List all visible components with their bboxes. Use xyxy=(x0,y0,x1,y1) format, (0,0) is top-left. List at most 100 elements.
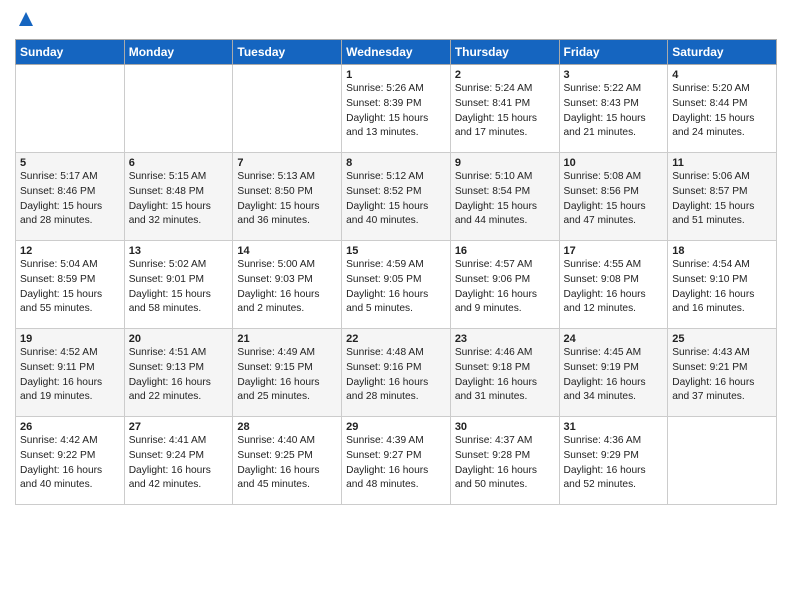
info-line: and 13 minutes. xyxy=(346,127,419,138)
info-line: Sunrise: 5:10 AM xyxy=(455,171,533,182)
info-line: Sunrise: 5:00 AM xyxy=(237,259,315,270)
day-info: Sunrise: 4:51 AMSunset: 9:13 PMDaylight:… xyxy=(129,346,229,405)
info-line: Daylight: 15 hours xyxy=(346,201,428,212)
logo xyxy=(15,10,35,33)
calendar-cell: 7Sunrise: 5:13 AMSunset: 8:50 PMDaylight… xyxy=(233,153,342,241)
info-line: Daylight: 15 hours xyxy=(455,201,537,212)
week-row-4: 26Sunrise: 4:42 AMSunset: 9:22 PMDayligh… xyxy=(16,417,777,505)
info-line: and 40 minutes. xyxy=(20,479,93,490)
info-line: Daylight: 15 hours xyxy=(564,113,646,124)
day-number: 31 xyxy=(564,421,664,433)
calendar-cell: 25Sunrise: 4:43 AMSunset: 9:21 PMDayligh… xyxy=(668,329,777,417)
day-info: Sunrise: 4:45 AMSunset: 9:19 PMDaylight:… xyxy=(564,346,664,405)
info-line: Daylight: 15 hours xyxy=(564,201,646,212)
day-info: Sunrise: 4:36 AM Sunset: 9:29 PM Daylight:… xyxy=(564,434,664,493)
info-line: Sunset: 8:57 PM xyxy=(672,186,747,197)
week-row-2: 12Sunrise: 5:04 AMSunset: 8:59 PMDayligh… xyxy=(16,241,777,329)
calendar-cell: 23Sunrise: 4:46 AMSunset: 9:18 PMDayligh… xyxy=(450,329,559,417)
day-info: Sunrise: 4:42 AMSunset: 9:22 PMDaylight:… xyxy=(20,434,120,493)
info-line: Sunrise: 5:24 AM xyxy=(455,83,533,94)
day-info: Sunrise: 4:54 AMSunset: 9:10 PMDaylight:… xyxy=(672,258,772,317)
weekday-header-monday: Monday xyxy=(124,40,233,65)
day-number: 7 xyxy=(237,157,337,169)
day-info: Sunrise: 5:15 AMSunset: 8:48 PMDaylight:… xyxy=(129,170,229,229)
info-line: Sunrise: 4:49 AM xyxy=(237,347,315,358)
day-number: 30 xyxy=(455,421,555,433)
info-line: Sunrise: 4:51 AM xyxy=(129,347,207,358)
info-line: Daylight: 16 hours xyxy=(564,289,646,300)
info-line: and 52 minutes. xyxy=(564,479,637,490)
info-line: Sunrise: 5:06 AM xyxy=(672,171,750,182)
day-info: Sunrise: 5:24 AMSunset: 8:41 PMDaylight:… xyxy=(455,82,555,141)
day-number: 10 xyxy=(564,157,664,169)
info-line: and 9 minutes. xyxy=(455,303,522,314)
calendar-cell: 29Sunrise: 4:39 AMSunset: 9:27 PMDayligh… xyxy=(342,417,451,505)
info-line: Sunrise: 4:40 AM xyxy=(237,435,315,446)
calendar-cell: 13Sunrise: 5:02 AMSunset: 9:01 PMDayligh… xyxy=(124,241,233,329)
calendar-cell: 28Sunrise: 4:40 AMSunset: 9:25 PMDayligh… xyxy=(233,417,342,505)
info-line: and 40 minutes. xyxy=(346,215,419,226)
info-line: and 25 minutes. xyxy=(237,391,310,402)
day-number: 4 xyxy=(672,69,772,81)
day-number: 19 xyxy=(20,333,120,345)
info-line: Sunrise: 4:37 AM xyxy=(455,435,533,446)
calendar-cell: 16Sunrise: 4:57 AMSunset: 9:06 PMDayligh… xyxy=(450,241,559,329)
info-line: and 17 minutes. xyxy=(455,127,528,138)
day-number: 2 xyxy=(455,69,555,81)
day-number: 23 xyxy=(455,333,555,345)
info-line: Daylight: 15 hours xyxy=(672,201,754,212)
calendar-cell: 19Sunrise: 4:52 AMSunset: 9:11 PMDayligh… xyxy=(16,329,125,417)
info-line: Sunset: 8:59 PM xyxy=(20,274,95,285)
info-line: Sunset: 9:18 PM xyxy=(455,362,530,373)
info-line: Sunrise: 4:46 AM xyxy=(455,347,533,358)
day-info: Sunrise: 5:08 AMSunset: 8:56 PMDaylight:… xyxy=(564,170,664,229)
info-line: Sunrise: 4:36 AM xyxy=(564,435,642,446)
calendar-cell: 5Sunrise: 5:17 AMSunset: 8:46 PMDaylight… xyxy=(16,153,125,241)
day-info: Sunrise: 4:59 AMSunset: 9:05 PMDaylight:… xyxy=(346,258,446,317)
info-line: Sunset: 9:13 PM xyxy=(129,362,204,373)
info-line: Daylight: 16 hours xyxy=(564,465,646,476)
day-info: Sunrise: 5:02 AMSunset: 9:01 PMDaylight:… xyxy=(129,258,229,317)
info-line: Sunset: 9:10 PM xyxy=(672,274,747,285)
info-line: Daylight: 16 hours xyxy=(672,377,754,388)
info-line: Sunset: 8:39 PM xyxy=(346,98,421,109)
info-line: Sunrise: 4:39 AM xyxy=(346,435,424,446)
day-number: 13 xyxy=(129,245,229,257)
info-line: Sunset: 8:54 PM xyxy=(455,186,530,197)
calendar-cell: 30Sunrise: 4:37 AMSunset: 9:28 PMDayligh… xyxy=(450,417,559,505)
info-line: Daylight: 16 hours xyxy=(564,377,646,388)
weekday-header-sunday: Sunday xyxy=(16,40,125,65)
calendar-cell: 1Sunrise: 5:26 AMSunset: 8:39 PMDaylight… xyxy=(342,65,451,153)
day-info: Sunrise: 5:10 AM Sunset: 8:54 PM Daylight:… xyxy=(455,170,555,229)
info-line: and 48 minutes. xyxy=(346,479,419,490)
calendar-cell: 21Sunrise: 4:49 AMSunset: 9:15 PMDayligh… xyxy=(233,329,342,417)
calendar-cell: 31 Sunrise: 4:36 AM Sunset: 9:29 PM Dayligh… xyxy=(559,417,668,505)
info-line: and 44 minutes. xyxy=(455,215,528,226)
calendar-cell xyxy=(668,417,777,505)
day-number: 9 xyxy=(455,157,555,169)
day-number: 26 xyxy=(20,421,120,433)
day-number: 11 xyxy=(672,157,772,169)
info-line: Sunset: 9:19 PM xyxy=(564,362,639,373)
info-line: and 22 minutes. xyxy=(129,391,202,402)
info-line: Sunrise: 5:26 AM xyxy=(346,83,424,94)
info-line: Sunset: 9:29 PM xyxy=(564,450,639,461)
week-row-3: 19 Sunrise: 4:52 AM Sunset: 9:11 PM Dayligh… xyxy=(16,329,777,417)
info-line: Sunset: 9:28 PM xyxy=(455,450,530,461)
day-number: 14 xyxy=(237,245,337,257)
info-line: and 45 minutes. xyxy=(237,479,310,490)
day-number: 5 xyxy=(20,157,120,169)
info-line: Sunset: 8:46 PM xyxy=(20,186,95,197)
info-line: Daylight: 16 hours xyxy=(237,465,319,476)
weekday-header-friday: Friday xyxy=(559,40,668,65)
day-number: 8 xyxy=(346,157,446,169)
info-line: Sunrise: 5:17 AM xyxy=(20,171,98,182)
info-line: Sunrise: 4:59 AM xyxy=(346,259,424,270)
calendar-cell: 11 Sunrise: 5:06 AM Sunset: 8:57 PM Dayligh… xyxy=(668,153,777,241)
info-line: Daylight: 16 hours xyxy=(346,465,428,476)
info-line: Sunset: 9:11 PM xyxy=(20,362,95,373)
info-line: Sunrise: 4:52 AM xyxy=(20,347,98,358)
info-line: Sunrise: 4:57 AM xyxy=(455,259,533,270)
day-number: 25 xyxy=(672,333,772,345)
day-number: 15 xyxy=(346,245,446,257)
